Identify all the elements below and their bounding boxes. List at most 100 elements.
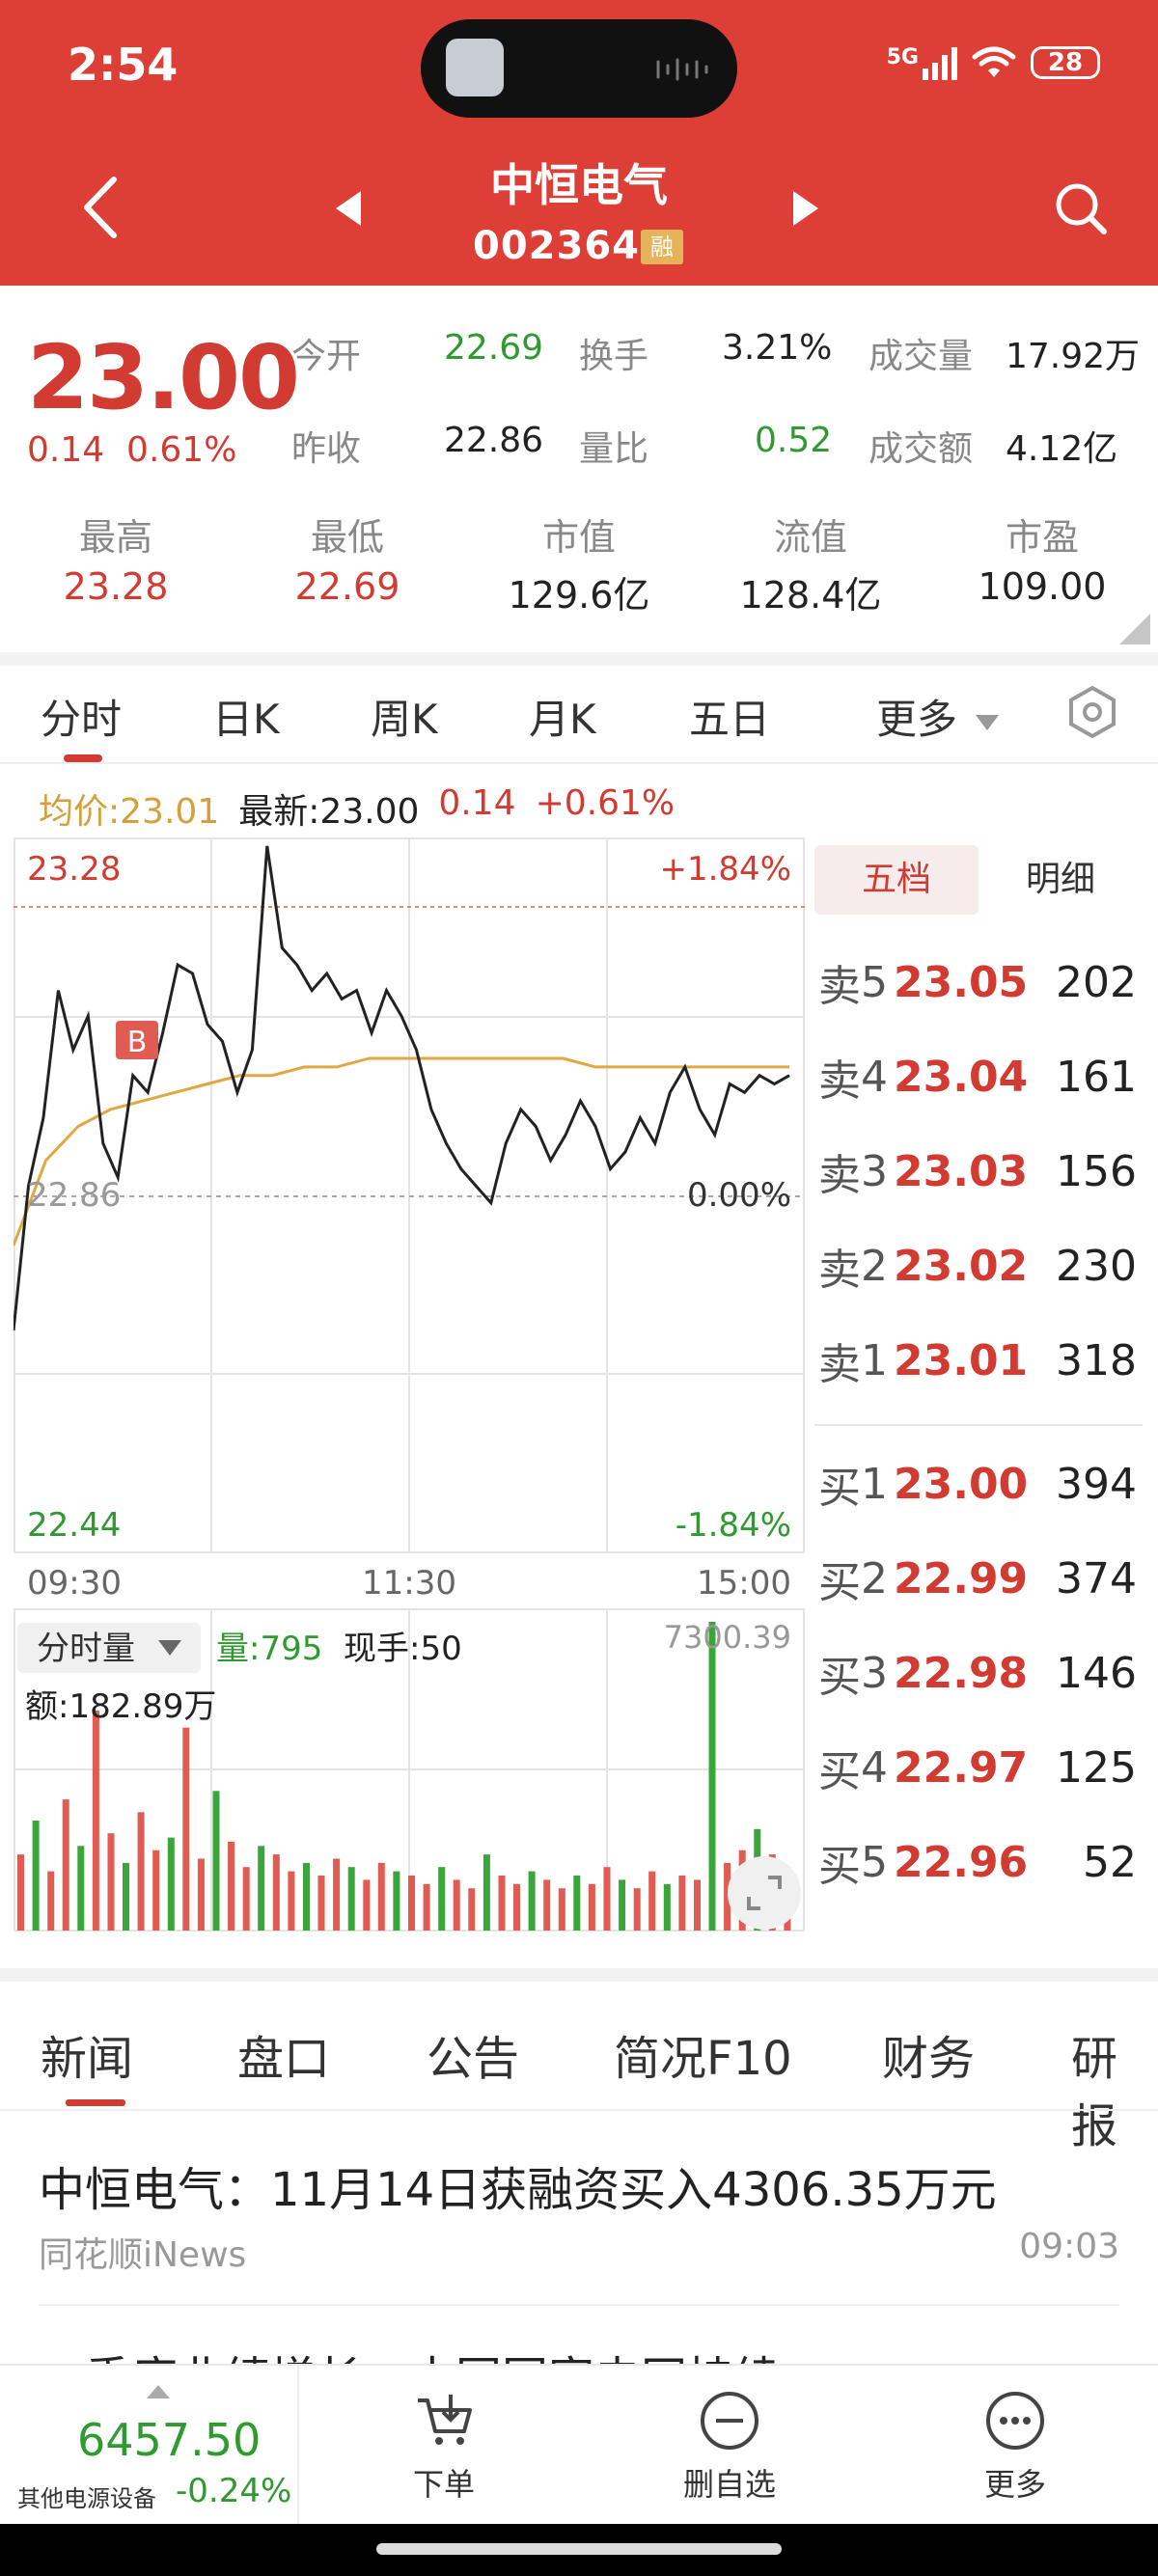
home-indicator[interactable] [376,2543,782,2555]
order-book-tabs: 五档 明细 [814,845,1143,915]
volume-bar [619,1879,626,1931]
sector-index[interactable]: 6457.50 其他电源设备 -0.24% [0,2366,299,2526]
volume-bar [708,1622,716,1931]
volume-bar [603,1867,611,1931]
volume-bar [633,1888,641,1931]
bid-label: 买 [818,1464,861,1513]
bid-price: 22.97 [894,1742,1029,1793]
buy-marker-label: B [127,1026,148,1059]
ask-row[interactable]: 卖 4 23.04 161 [818,1048,1137,1107]
more-button[interactable]: 更多 [919,2387,1112,2505]
tab-daily-k[interactable]: 日K [212,687,280,746]
tab-announcements[interactable]: 公告 [427,2020,519,2088]
tab-trade-details[interactable]: 明细 [979,845,1143,915]
ask-row[interactable]: 卖 5 23.05 202 [818,953,1137,1012]
stock-detail-screen: 2:54 5G 28 中恒电气 002364 融 23.00 0.14 0.61… [0,0,1158,2576]
float-cap-value: 128.4亿 [739,574,882,617]
volume-bar [588,1883,595,1931]
summary-pct: +0.61% [535,783,676,823]
volume-bar [228,1841,235,1931]
turnover-label: 换手 [579,337,649,376]
open-label: 今开 [291,337,362,376]
volume-bar [47,1871,55,1931]
bid-row[interactable]: 买 2 22.99 374 [818,1549,1137,1608]
tab-more[interactable]: 更多 [876,687,1000,746]
settings-icon[interactable] [1065,685,1119,739]
stock-code: 002364 [473,224,640,268]
prev-close-label: 昨收 [291,429,362,469]
news-title[interactable]: 中恒电气：11月14日获融资买入4306.35万元 [39,2151,997,2219]
ask-level: 1 [861,1335,888,1385]
bid-row[interactable]: 买 1 23.00 394 [818,1455,1137,1514]
stock-name: 中恒电气 [490,159,668,211]
audio-wave-icon [656,58,708,81]
tab-f10[interactable]: 简况F10 [614,2020,792,2088]
volume-bar [347,1867,355,1931]
ask-volume: 156 [1056,1146,1137,1196]
volume-bar [663,1883,671,1931]
bid-row[interactable]: 买 5 22.96 52 [818,1833,1137,1892]
tab-weekly-k[interactable]: 周K [371,687,438,746]
summary-change: 0.14 [438,783,516,823]
volume-max: 7300.39 [664,1619,791,1656]
ask-level: 5 [861,957,888,1007]
news-title[interactable]: 一季度业绩增长，中国国家电网持续 [39,2341,780,2364]
bid-row[interactable]: 买 3 22.98 146 [818,1644,1137,1703]
bid-volume: 146 [1056,1648,1137,1698]
tab-monthly-k[interactable]: 月K [529,687,596,746]
tab-five-levels[interactable]: 五档 [814,845,979,915]
place-order-button[interactable]: 下单 [347,2387,540,2505]
ask-row[interactable]: 卖 1 23.01 318 [818,1331,1137,1390]
cellular-icon: 5G [887,45,957,80]
tab-five-day[interactable]: 五日 [689,687,770,746]
change-value: 0.14 [27,430,105,470]
ask-label: 卖 [818,1056,861,1106]
next-stock-icon[interactable] [791,189,820,228]
volume-selector-label: 分时量 [37,1630,135,1668]
bid-label: 买 [818,1747,861,1796]
volume-amount: 额:182.89万 [25,1687,216,1726]
fullscreen-icon[interactable] [728,1856,801,1930]
news-tab-indicator [66,2099,125,2106]
search-icon[interactable] [1052,179,1110,237]
expand-corner-icon[interactable] [1119,614,1150,644]
avg-price: 均价:23.01 [39,792,220,832]
bid-level: 2 [861,1553,888,1603]
intraday-chart[interactable]: 23.28 +1.84% 22.86 0.00% 22.44 -1.84% 09… [14,837,805,1932]
bid-price: 23.00 [894,1459,1029,1509]
volume-bar [152,1850,160,1931]
vol-ratio-label: 量比 [579,429,649,469]
ask-level: 2 [861,1241,888,1291]
change-pct: 0.61% [126,430,237,470]
ask-label: 卖 [818,1151,861,1200]
expand-up-icon [147,2385,170,2398]
ask-row[interactable]: 卖 2 23.02 230 [818,1237,1137,1296]
ask-level: 3 [861,1146,888,1196]
ask-row[interactable]: 卖 3 23.03 156 [818,1142,1137,1201]
ask-volume: 202 [1056,957,1137,1007]
bid-row[interactable]: 买 4 22.97 125 [818,1739,1137,1797]
ask-volume: 161 [1056,1052,1137,1102]
tab-underline [0,762,1158,764]
volume-bar [694,1879,701,1931]
tab-order-flow[interactable]: 盘口 [237,2020,330,2088]
tab-intraday[interactable]: 分时 [41,687,122,746]
tab-financials[interactable]: 财务 [882,2020,975,2088]
volume-bar [573,1876,581,1931]
dynamic-island[interactable] [421,19,737,118]
volume-label: 成交量 [868,337,974,376]
volume-bar [77,1846,85,1931]
tab-research[interactable]: 研报 [1071,2020,1158,2155]
volume-bar [107,1833,115,1931]
y-top-pct: +1.84% [660,850,792,889]
bid-level: 4 [861,1742,888,1793]
tab-news[interactable]: 新闻 [41,2020,133,2088]
volume-bar [498,1876,506,1931]
ask-label: 卖 [818,1246,861,1295]
place-order-label: 下单 [412,2466,475,2503]
remove-watchlist-button[interactable]: 删自选 [633,2387,826,2505]
time-label-midday: 11:30 [362,1564,456,1603]
volume-bar [272,1854,280,1931]
bid-label: 买 [818,1558,861,1607]
bid-level: 5 [861,1837,888,1887]
